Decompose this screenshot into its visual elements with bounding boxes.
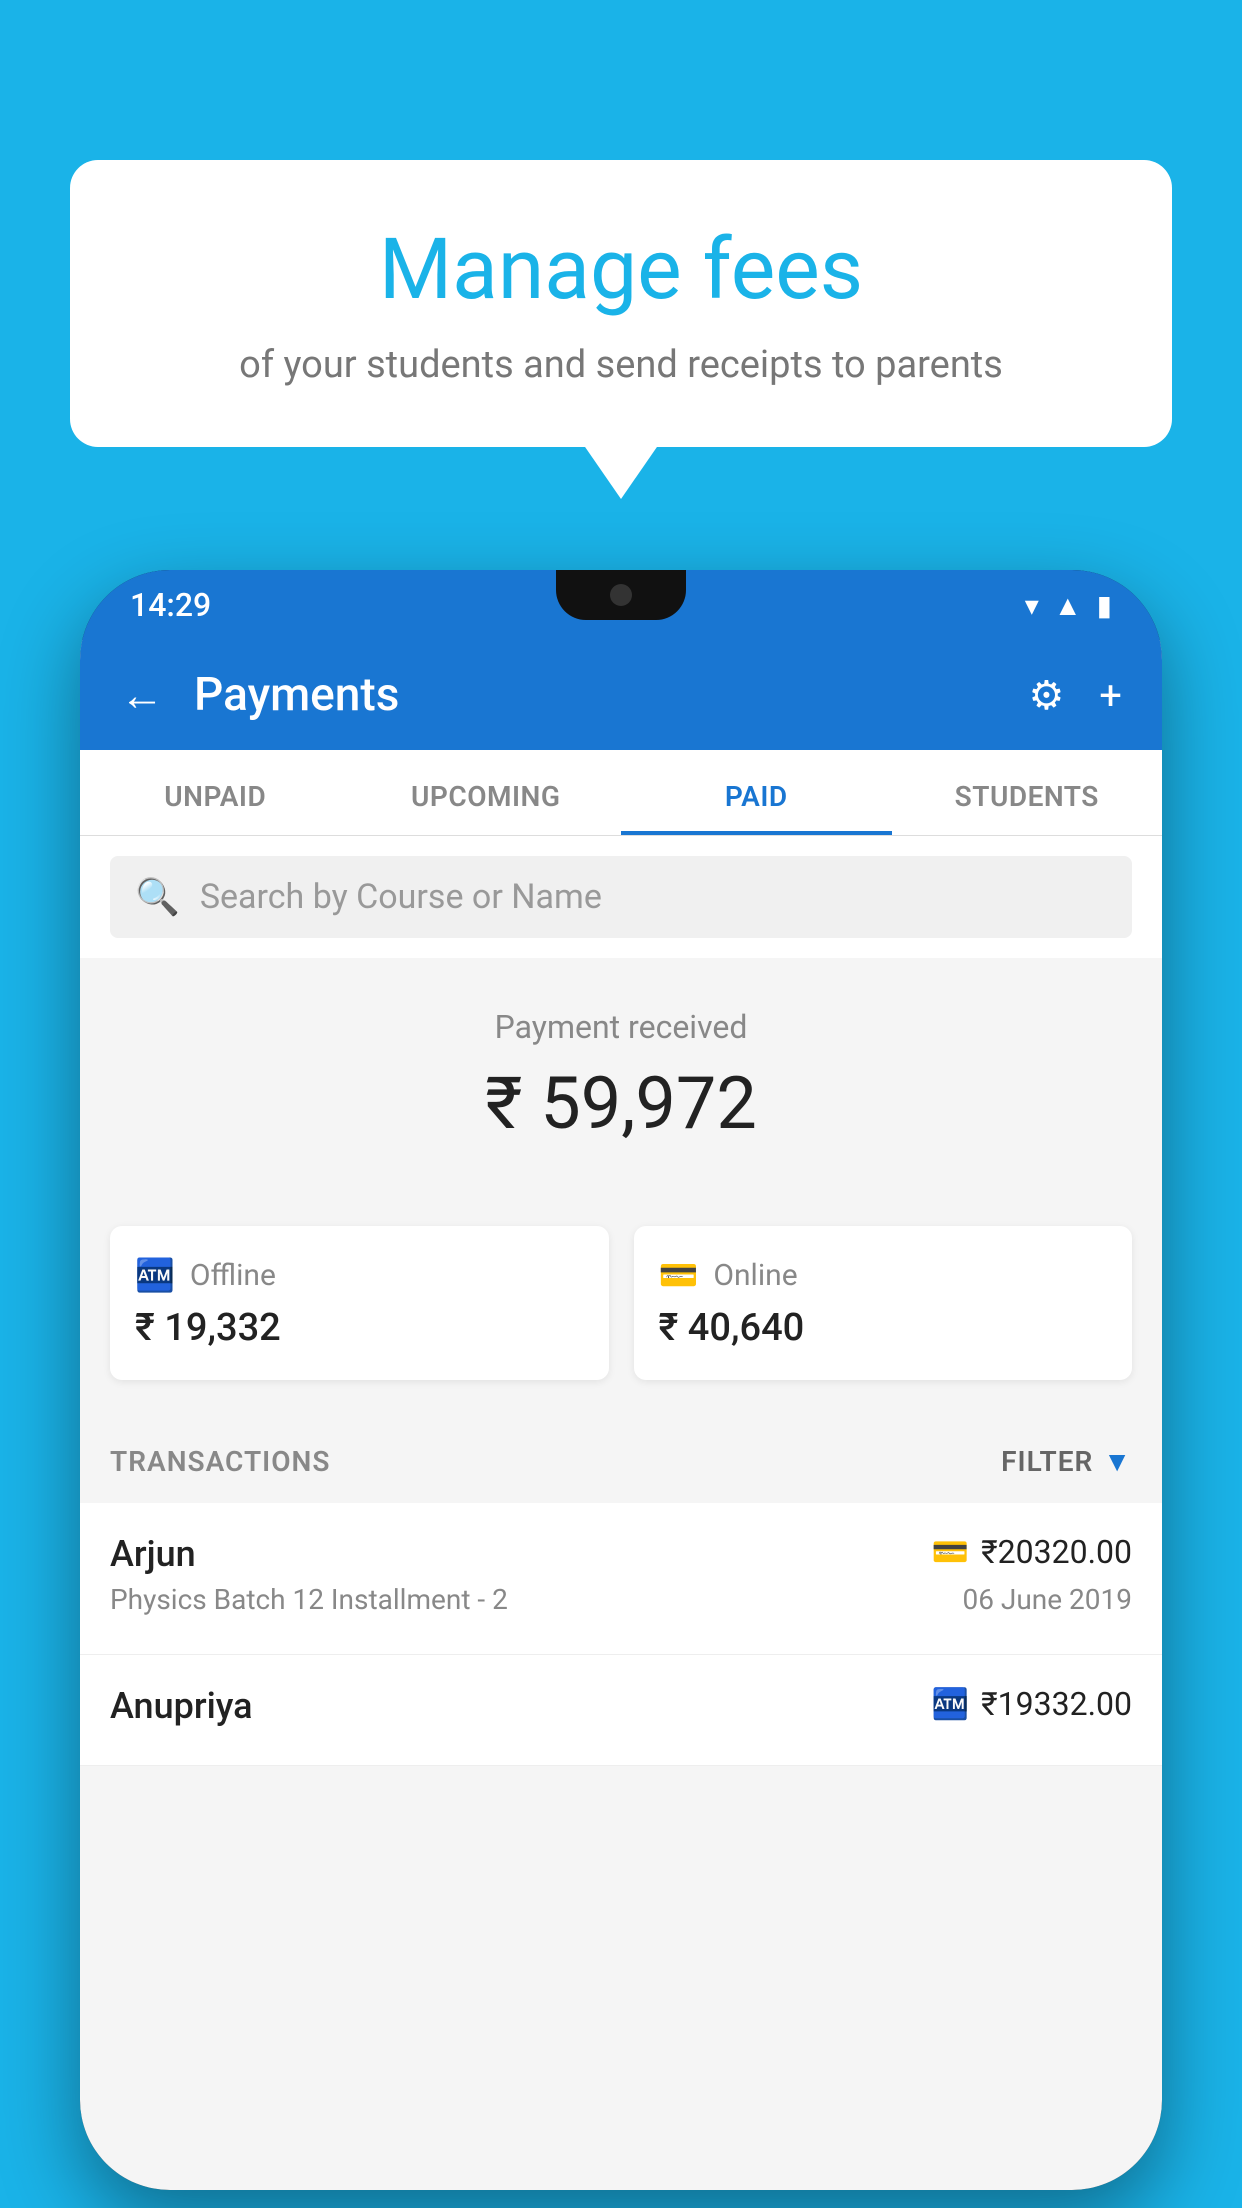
tab-upcoming[interactable]: UPCOMING — [351, 750, 622, 835]
transaction-detail: Physics Batch 12 Installment - 2 — [110, 1583, 508, 1616]
tab-unpaid[interactable]: UNPAID — [80, 750, 351, 835]
transaction-name: Anupriya — [110, 1685, 253, 1727]
filter-label: FILTER — [1001, 1445, 1093, 1478]
online-label: Online — [713, 1258, 797, 1293]
payment-label: Payment received — [110, 1008, 1132, 1046]
camera — [610, 584, 632, 606]
offline-card: 🏧 Offline ₹ 19,332 — [110, 1226, 609, 1380]
online-icon: 💳 — [659, 1256, 699, 1294]
offline-icon: 🏧 — [135, 1256, 175, 1294]
search-bar[interactable]: 🔍 Search by Course or Name — [110, 856, 1132, 938]
battery-icon: ▮ — [1097, 589, 1112, 622]
phone-frame: 14:29 ▾ ▲ ▮ ← Payments ⚙ + UNPAID UPCOMI… — [80, 570, 1162, 2190]
transaction-amount-row: 🏧 ₹19332.00 — [932, 1685, 1132, 1723]
offline-label: Offline — [190, 1258, 276, 1293]
transaction-item-anupriya[interactable]: Anupriya 🏧 ₹19332.00 — [80, 1655, 1162, 1766]
tabs-bar: UNPAID UPCOMING PAID STUDENTS — [80, 750, 1162, 836]
settings-icon[interactable]: ⚙ — [1028, 672, 1064, 719]
payment-summary: Payment received ₹ 59,972 — [80, 958, 1162, 1226]
app-screen: ← Payments ⚙ + UNPAID UPCOMING PAID STUD… — [80, 640, 1162, 2190]
transaction-row: Anupriya 🏧 ₹19332.00 — [110, 1685, 1132, 1727]
bubble-subtitle: of your students and send receipts to pa… — [120, 339, 1122, 392]
status-bar: 14:29 ▾ ▲ ▮ — [80, 570, 1162, 640]
page-title: Payments — [194, 668, 998, 722]
tab-students[interactable]: STUDENTS — [892, 750, 1163, 835]
offline-amount: ₹ 19,332 — [135, 1306, 584, 1350]
transaction-amount: ₹20320.00 — [981, 1533, 1132, 1571]
search-input[interactable]: Search by Course or Name — [200, 877, 602, 917]
payment-total-amount: ₹ 59,972 — [110, 1061, 1132, 1146]
transaction-detail-row: Physics Batch 12 Installment - 2 06 June… — [110, 1583, 1132, 1616]
transaction-item-arjun[interactable]: Arjun 💳 ₹20320.00 Physics Batch 12 Insta… — [80, 1503, 1162, 1655]
status-time: 14:29 — [130, 586, 211, 624]
wifi-icon: ▾ — [1025, 589, 1039, 622]
transaction-name: Arjun — [110, 1533, 196, 1575]
app-header: ← Payments ⚙ + — [80, 640, 1162, 750]
transaction-amount: ₹19332.00 — [981, 1685, 1132, 1723]
search-icon: 🔍 — [135, 876, 180, 918]
transactions-label: TRANSACTIONS — [110, 1445, 330, 1478]
online-card-header: 💳 Online — [659, 1256, 1108, 1294]
offline-card-header: 🏧 Offline — [135, 1256, 584, 1294]
payment-type-icon-offline: 🏧 — [932, 1687, 969, 1722]
speech-bubble: Manage fees of your students and send re… — [70, 160, 1172, 447]
notch — [556, 570, 686, 620]
add-icon[interactable]: + — [1099, 672, 1122, 719]
back-button[interactable]: ← — [120, 669, 164, 721]
transaction-row: Arjun 💳 ₹20320.00 — [110, 1533, 1132, 1575]
bubble-title: Manage fees — [120, 220, 1122, 319]
signal-icon: ▲ — [1054, 589, 1082, 622]
status-icons: ▾ ▲ ▮ — [1025, 589, 1112, 622]
payment-cards: 🏧 Offline ₹ 19,332 💳 Online ₹ 40,640 — [80, 1226, 1162, 1420]
transaction-amount-row: 💳 ₹20320.00 — [932, 1533, 1132, 1571]
transaction-date: 06 June 2019 — [962, 1583, 1132, 1616]
filter-icon: ▼ — [1103, 1445, 1132, 1478]
tab-paid[interactable]: PAID — [621, 750, 892, 835]
header-actions: ⚙ + — [1028, 672, 1122, 719]
search-container: 🔍 Search by Course or Name — [80, 836, 1162, 958]
online-amount: ₹ 40,640 — [659, 1306, 1108, 1350]
transactions-header: TRANSACTIONS FILTER ▼ — [80, 1420, 1162, 1503]
filter-button[interactable]: FILTER ▼ — [1001, 1445, 1132, 1478]
online-card: 💳 Online ₹ 40,640 — [634, 1226, 1133, 1380]
payment-type-icon-online: 💳 — [932, 1535, 969, 1570]
